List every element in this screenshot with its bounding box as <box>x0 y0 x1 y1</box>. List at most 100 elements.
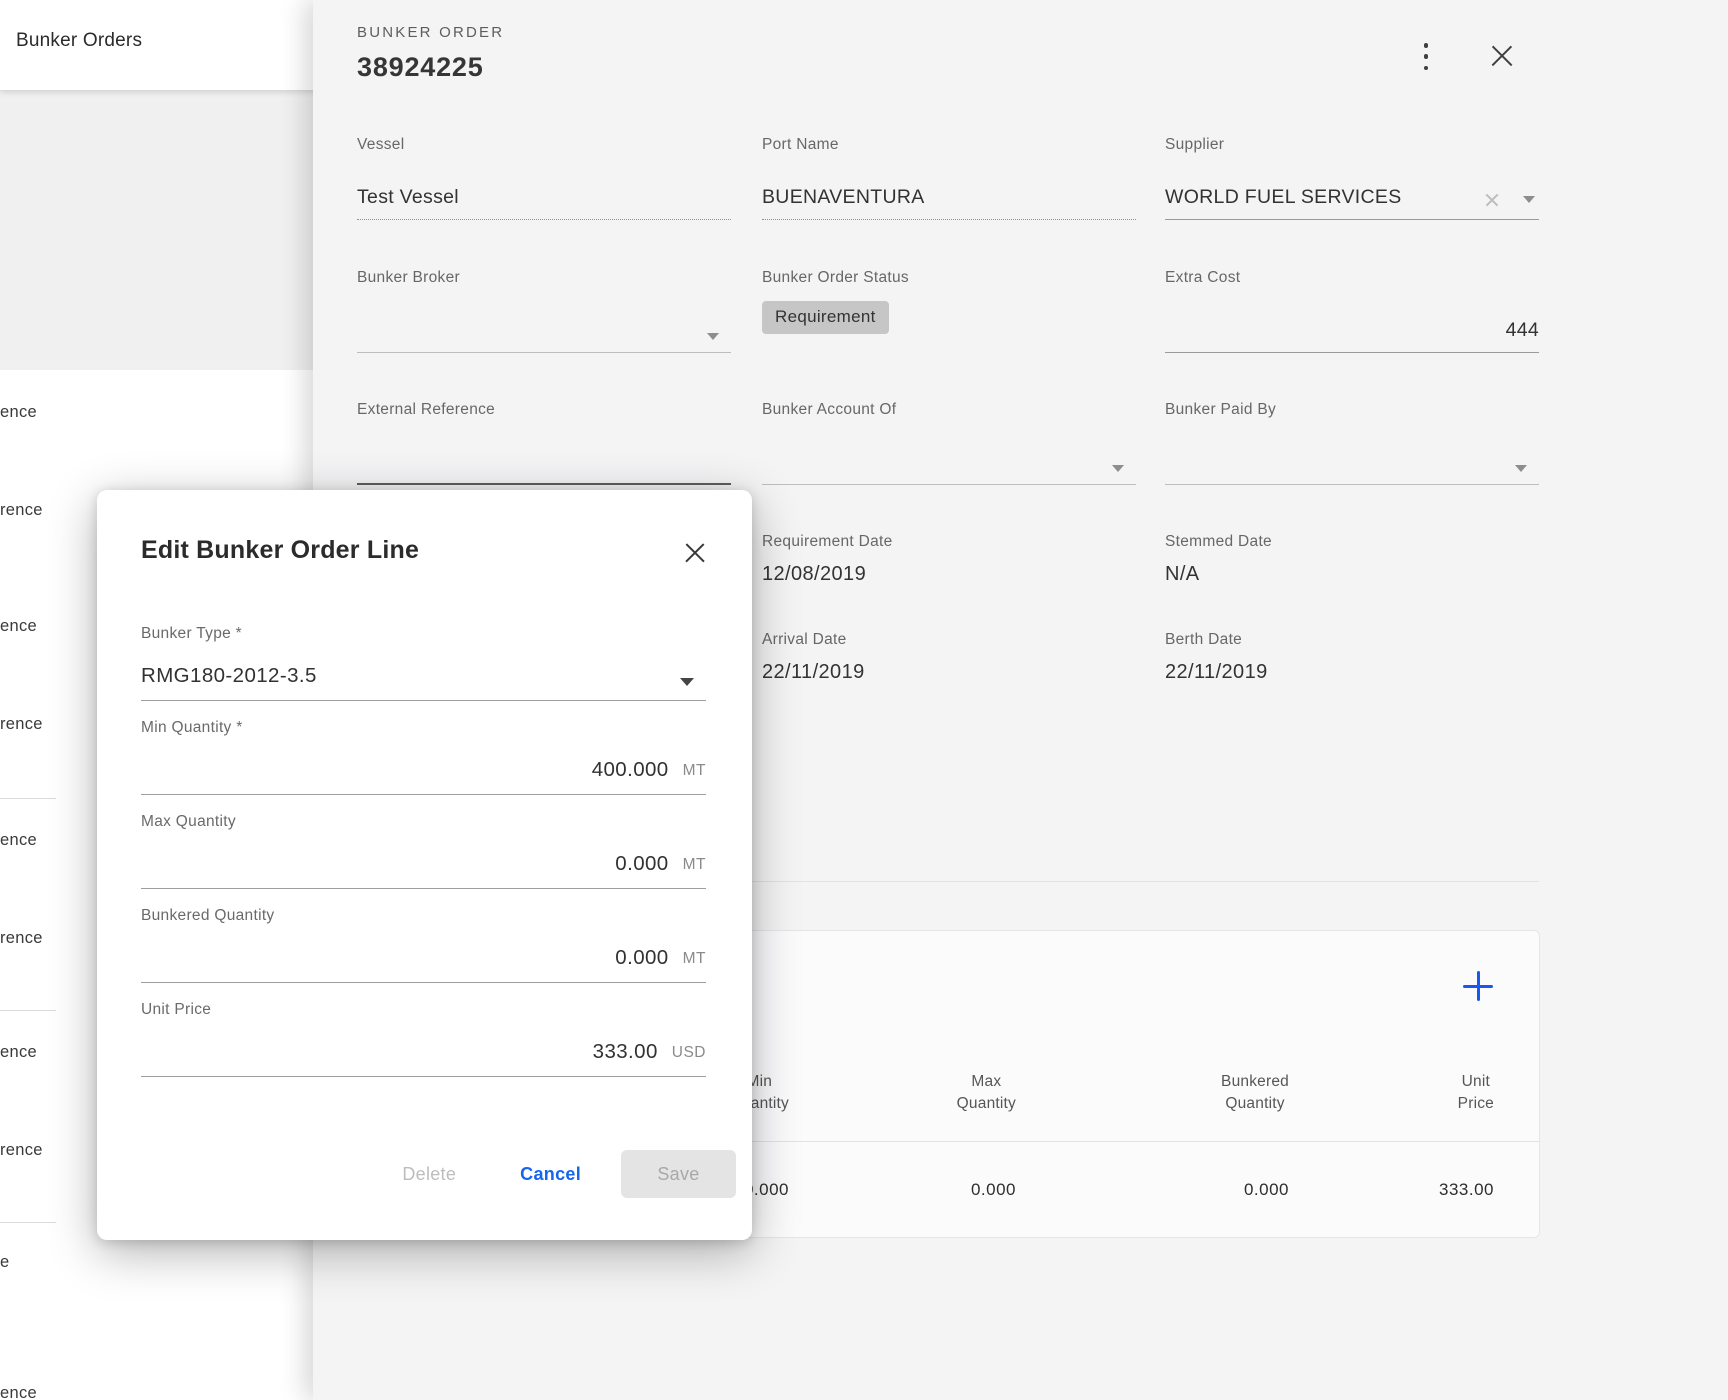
field-label: Supplier <box>1165 136 1539 154</box>
modal-title: Edit Bunker Order Line <box>141 536 419 565</box>
field-port-name: Port Name BUENAVENTURA <box>762 136 1136 220</box>
vessel-value: Test Vessel <box>357 186 459 209</box>
delete-button[interactable]: Delete <box>402 1164 456 1185</box>
min-quantity-input[interactable]: 400.000 MT <box>141 749 706 795</box>
list-item-fragment[interactable]: ence <box>0 1043 37 1062</box>
bunker-type-value: RMG180-2012-3.5 <box>141 664 317 688</box>
page-title: Bunker Orders <box>16 30 142 52</box>
bunker-type-select[interactable]: RMG180-2012-3.5 <box>141 655 706 701</box>
unit-price-value: 333.00 <box>593 1040 658 1064</box>
list-item-fragment[interactable]: ence <box>0 617 37 636</box>
field-extra-cost: Extra Cost 444 <box>1165 269 1539 353</box>
clear-icon[interactable] <box>1484 192 1499 207</box>
field-bunker-paid-by: Bunker Paid By <box>1165 401 1539 485</box>
row-divider <box>0 1010 56 1011</box>
unit-adornment: MT <box>683 950 706 970</box>
field-supplier: Supplier WORLD FUEL SERVICES <box>1165 136 1539 220</box>
save-button[interactable]: Save <box>621 1150 736 1198</box>
max-quantity-input[interactable]: 0.000 MT <box>141 843 706 889</box>
unit-price-input[interactable]: 333.00 USD <box>141 1031 706 1077</box>
field-label: Bunker Type * <box>141 625 706 643</box>
field-label: Bunker Broker <box>357 269 731 287</box>
header-line: Bunkered <box>1221 1071 1289 1093</box>
unit-adornment: MT <box>683 762 706 782</box>
list-item-fragment[interactable]: rence <box>0 501 43 520</box>
field-stemmed-date: Stemmed Date N/A <box>1165 533 1539 586</box>
list-item-fragment[interactable]: rence <box>0 715 43 734</box>
port-name-input: BUENAVENTURA <box>762 180 1136 220</box>
max-quantity-value: 0.000 <box>615 852 668 876</box>
field-requirement-date: Requirement Date 12/08/2019 <box>762 533 1136 586</box>
field-label: External Reference <box>357 401 731 419</box>
unit-adornment: MT <box>683 856 706 876</box>
cell-bunkered-quantity[interactable]: 0.000 <box>1244 1180 1289 1200</box>
app-root: ence rence ence rence ence rence ence re… <box>0 0 1728 1400</box>
supplier-select[interactable]: WORLD FUEL SERVICES <box>1165 180 1539 220</box>
header-line: Quantity <box>1225 1093 1284 1115</box>
close-icon[interactable] <box>1489 43 1514 68</box>
field-label: Max Quantity <box>141 813 706 831</box>
add-line-button[interactable] <box>1462 970 1494 1002</box>
supplier-value: WORLD FUEL SERVICES <box>1165 186 1402 209</box>
cell-unit-price[interactable]: 333.00 <box>1439 1180 1494 1200</box>
field-bunkered-quantity: Bunkered Quantity 0.000 MT <box>141 907 706 983</box>
list-item-fragment[interactable]: e <box>0 1253 9 1272</box>
stemmed-date-value: N/A <box>1165 563 1539 586</box>
field-label: Extra Cost <box>1165 269 1539 287</box>
row-divider <box>0 798 56 799</box>
chevron-down-icon[interactable] <box>707 333 719 340</box>
field-label: Bunker Order Status <box>762 269 1136 287</box>
list-item-fragment[interactable]: ence <box>0 831 37 850</box>
chevron-down-icon <box>680 678 694 686</box>
header-line: Quantity <box>957 1093 1016 1115</box>
bunker-account-of-select[interactable] <box>762 445 1136 485</box>
header-line: Unit <box>1462 1071 1490 1093</box>
list-item-fragment[interactable]: ence <box>0 403 37 422</box>
field-label: Bunker Paid By <box>1165 401 1539 419</box>
cancel-button[interactable]: Cancel <box>520 1164 581 1185</box>
order-id: 38924225 <box>357 52 484 83</box>
list-item-fragment[interactable]: rence <box>0 929 43 948</box>
status-badge: Requirement <box>762 301 889 334</box>
external-reference-input[interactable] <box>357 445 731 485</box>
chevron-down-icon[interactable] <box>1515 465 1527 472</box>
cell-max-quantity[interactable]: 0.000 <box>971 1180 1016 1200</box>
bunker-paid-by-select[interactable] <box>1165 445 1539 485</box>
extra-cost-value: 444 <box>1506 319 1539 342</box>
extra-cost-input[interactable]: 444 <box>1165 313 1539 353</box>
field-berth-date: Berth Date 22/11/2019 <box>1165 631 1539 684</box>
field-label: Arrival Date <box>762 631 1136 649</box>
field-label: Vessel <box>357 136 731 154</box>
header-line: Price <box>1458 1093 1494 1115</box>
panel-title: BUNKER ORDER <box>357 24 504 41</box>
field-label: Bunker Account Of <box>762 401 1136 419</box>
bunker-broker-select[interactable] <box>357 313 731 353</box>
requirement-date-value: 12/08/2019 <box>762 563 1136 586</box>
field-bunker-type: Bunker Type * RMG180-2012-3.5 <box>141 625 706 701</box>
unit-adornment: USD <box>672 1044 706 1064</box>
field-label: Port Name <box>762 136 1136 154</box>
close-icon[interactable] <box>683 541 706 564</box>
field-label: Berth Date <box>1165 631 1539 649</box>
more-menu-icon[interactable] <box>1418 43 1434 70</box>
field-max-quantity: Max Quantity 0.000 MT <box>141 813 706 889</box>
list-item-fragment[interactable]: ence <box>0 1384 37 1400</box>
column-header-max-quantity: Max Quantity <box>957 1071 1016 1115</box>
list-item-fragment[interactable]: rence <box>0 1141 43 1160</box>
top-bar: Bunker Orders <box>0 0 340 90</box>
field-label: Bunkered Quantity <box>141 907 706 925</box>
field-arrival-date: Arrival Date 22/11/2019 <box>762 631 1136 684</box>
field-unit-price: Unit Price 333.00 USD <box>141 1001 706 1077</box>
min-quantity-value: 400.000 <box>592 758 669 782</box>
chevron-down-icon[interactable] <box>1523 196 1535 203</box>
field-label: Requirement Date <box>762 533 1136 551</box>
berth-date-value: 22/11/2019 <box>1165 661 1539 684</box>
port-name-value: BUENAVENTURA <box>762 186 925 209</box>
arrival-date-value: 22/11/2019 <box>762 661 1136 684</box>
vessel-input: Test Vessel <box>357 180 731 220</box>
bunkered-quantity-input[interactable]: 0.000 MT <box>141 937 706 983</box>
chevron-down-icon[interactable] <box>1112 465 1124 472</box>
field-bunker-order-status: Bunker Order Status Requirement <box>762 269 1136 334</box>
field-vessel: Vessel Test Vessel <box>357 136 731 220</box>
field-min-quantity: Min Quantity * 400.000 MT <box>141 719 706 795</box>
